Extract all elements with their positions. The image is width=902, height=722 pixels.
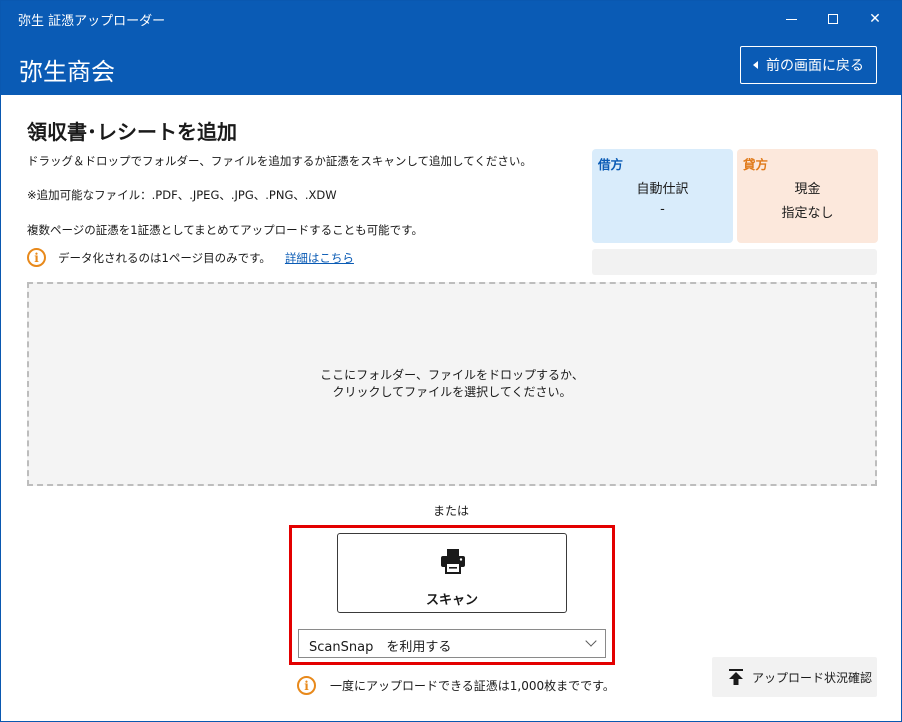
- debit-card: 借方 自動仕訳 -: [592, 149, 733, 243]
- memo-bar: [592, 249, 877, 275]
- chevron-left-icon: [753, 61, 758, 69]
- page-title: 領収書･レシートを追加: [27, 120, 237, 144]
- maximize-button[interactable]: [813, 5, 853, 33]
- drop-zone-line-2: クリックしてファイルを選択してください。: [332, 385, 572, 399]
- drop-zone-line-1: ここにフォルダー、ファイルをドロップするか、: [320, 368, 584, 382]
- debit-sub-value: -: [660, 202, 665, 217]
- minimize-button[interactable]: [771, 5, 811, 33]
- printer-icon: [441, 549, 465, 574]
- title-bar[interactable]: 弥生 証憑アップローダー ✕: [1, 1, 901, 37]
- scan-button[interactable]: スキャン: [337, 533, 567, 613]
- or-separator: または: [432, 504, 469, 518]
- upload-arrow-icon: [729, 669, 743, 685]
- info-icon: i: [297, 676, 316, 695]
- description-multipage: 複数ページの証憑を1証憑としてまとめてアップロードすることも可能です。: [27, 223, 424, 237]
- info-first-page-notice: i データ化されるのは1ページ目のみです。 詳細はこちら: [27, 248, 354, 267]
- upload-status-button[interactable]: アップロード状況確認: [712, 657, 877, 697]
- info-icon: i: [27, 248, 46, 267]
- file-drop-zone[interactable]: ここにフォルダー、ファイルをドロップするか、 クリックしてファイルを選択してくだ…: [27, 282, 877, 486]
- company-name: 弥生商会: [19, 58, 115, 86]
- app-window: 弥生 証憑アップローダー ✕ 弥生商会 前の画面に戻る 領収書･レシートを追加 …: [0, 0, 902, 722]
- back-button[interactable]: 前の画面に戻る: [740, 46, 877, 84]
- credit-sub-value: 指定なし: [781, 206, 834, 221]
- debit-journal-type: 自動仕訳: [636, 182, 689, 197]
- minimize-icon: [785, 18, 797, 20]
- credit-card: 貸方 現金 指定なし: [737, 149, 878, 243]
- chevron-down-icon: [585, 635, 597, 647]
- details-link[interactable]: 詳細はこちら: [285, 250, 354, 266]
- close-icon: ✕: [869, 11, 881, 27]
- info-first-page-text: データ化されるのは1ページ目のみです。: [58, 250, 271, 265]
- upload-status-label: アップロード状況確認: [752, 670, 873, 685]
- description-file-types: ※追加可能なファイル：.PDF、.JPEG、.JPG、.PNG、.XDW: [27, 188, 337, 202]
- scanner-select[interactable]: ScanSnap を利用する: [298, 629, 606, 658]
- scan-button-label: スキャン: [425, 592, 478, 607]
- maximize-icon: [828, 14, 838, 24]
- drop-zone-text: ここにフォルダー、ファイルをドロップするか、 クリックしてファイルを選択してくだ…: [320, 367, 584, 401]
- credit-heading: 貸方: [743, 157, 769, 172]
- debit-heading: 借方: [598, 157, 624, 172]
- close-button[interactable]: ✕: [855, 5, 895, 33]
- scanner-selected-value: ScanSnap を利用する: [309, 640, 452, 655]
- app-title: 弥生 証憑アップローダー: [18, 14, 166, 29]
- app-header: 弥生 証憑アップローダー ✕ 弥生商会 前の画面に戻る: [1, 1, 901, 95]
- back-button-label: 前の画面に戻る: [766, 58, 864, 74]
- upload-limit-text: 一度にアップロードできる証憑は1,000枚までです。: [330, 679, 615, 693]
- upload-limit-notice: i 一度にアップロードできる証憑は1,000枚までです。: [297, 676, 615, 695]
- description-drag-drop: ドラッグ＆ドロップでフォルダー、ファイルを追加するか証憑をスキャンして追加してく…: [27, 154, 532, 168]
- credit-account: 現金: [794, 182, 821, 197]
